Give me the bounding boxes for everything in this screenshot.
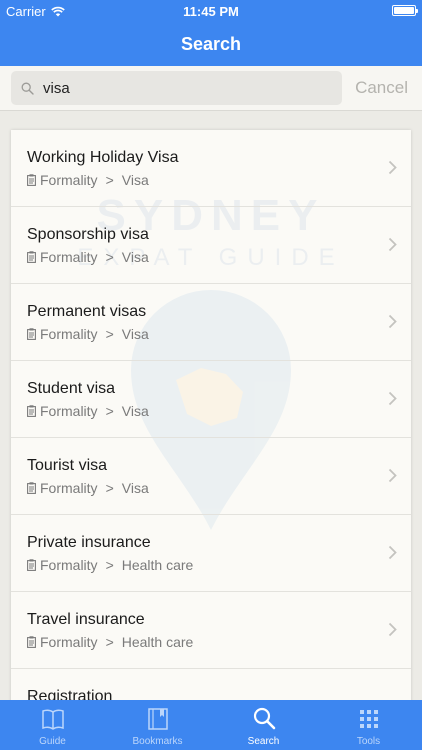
battery-icon: [392, 5, 418, 16]
document-icon: [27, 328, 36, 340]
document-icon: [27, 482, 36, 494]
chevron-right-icon: [388, 545, 397, 560]
item-subcategory: Visa: [121, 403, 149, 419]
list-item[interactable]: Sponsorship visa Formality > Visa: [11, 207, 411, 284]
chevron-right-icon: [388, 391, 397, 406]
item-title: Private insurance: [27, 534, 151, 551]
item-breadcrumb: Formality > Visa: [27, 480, 149, 496]
tab-bar: Guide Bookmarks Search Tools: [0, 700, 422, 750]
item-breadcrumb: Formality > Visa: [27, 403, 149, 419]
chevron-right-icon: [388, 237, 397, 252]
tab-tools[interactable]: Tools: [316, 700, 421, 750]
item-breadcrumb: Formality > Visa: [27, 249, 149, 265]
search-icon: [21, 82, 34, 95]
breadcrumb-separator: >: [105, 480, 114, 496]
item-title: Travel insurance: [27, 611, 145, 628]
list-item[interactable]: Tourist visa Formality > Visa: [11, 438, 411, 515]
tab-label: Guide: [39, 736, 66, 747]
page-title: Search: [180, 34, 242, 54]
item-category: Formality: [40, 172, 98, 188]
results-list: SYDNEY EXPAT GUIDE Working Holiday Visa …: [11, 130, 411, 710]
chevron-right-icon: [388, 160, 397, 175]
document-icon: [27, 174, 36, 186]
item-title: Student visa: [27, 380, 116, 397]
document-icon: [27, 251, 36, 263]
item-breadcrumb: Formality > Health care: [27, 634, 193, 650]
search-icon: [253, 707, 276, 730]
tab-search[interactable]: Search: [211, 700, 316, 750]
document-icon: [27, 559, 36, 571]
top-bar: Carrier 11:45 PM Search: [0, 0, 422, 66]
cancel-button[interactable]: Cancel: [355, 78, 408, 98]
chevron-right-icon: [388, 468, 397, 483]
bookmark-icon: [148, 708, 168, 730]
breadcrumb-separator: >: [105, 249, 114, 265]
list-item[interactable]: Working Holiday Visa Formality > Visa: [11, 130, 411, 207]
chevron-right-icon: [388, 314, 397, 329]
item-subcategory: Visa: [121, 326, 149, 342]
list-item[interactable]: Permanent visas Formality > Visa: [11, 284, 411, 361]
breadcrumb-separator: >: [105, 634, 114, 650]
item-subcategory: Visa: [121, 172, 149, 188]
breadcrumb-separator: >: [105, 172, 114, 188]
tab-label: Tools: [356, 736, 381, 747]
status-time: 11:45 PM: [183, 4, 239, 19]
tab-label: Search: [247, 736, 280, 747]
item-category: Formality: [40, 326, 98, 342]
document-icon: [27, 636, 36, 648]
list-item[interactable]: Travel insurance Formality > Health care: [11, 592, 411, 669]
item-breadcrumb: Formality > Health care: [27, 557, 193, 573]
item-subcategory: Visa: [121, 249, 149, 265]
item-breadcrumb: Formality > Visa: [27, 172, 149, 188]
status-bar: Carrier 11:45 PM: [0, 0, 422, 22]
item-category: Formality: [40, 403, 98, 419]
item-category: Formality: [40, 480, 98, 496]
search-bar: Cancel: [0, 66, 422, 111]
breadcrumb-separator: >: [105, 403, 114, 419]
item-title: Permanent visas: [27, 303, 147, 320]
item-subcategory: Health care: [121, 557, 194, 573]
document-icon: [27, 405, 36, 417]
grid-icon: [360, 710, 378, 728]
item-breadcrumb: Formality > Visa: [27, 326, 149, 342]
tab-bookmarks[interactable]: Bookmarks: [105, 700, 210, 750]
chevron-right-icon: [388, 622, 397, 637]
breadcrumb-separator: >: [105, 326, 114, 342]
item-subcategory: Health care: [121, 634, 194, 650]
item-title: Sponsorship visa: [27, 226, 149, 243]
item-category: Formality: [40, 249, 98, 265]
item-category: Formality: [40, 557, 98, 573]
item-category: Formality: [40, 634, 98, 650]
search-input[interactable]: [43, 71, 333, 105]
list-item[interactable]: Student visa Formality > Visa: [11, 361, 411, 438]
item-subcategory: Visa: [121, 480, 149, 496]
item-title: Tourist visa: [27, 457, 108, 474]
list-item[interactable]: Private insurance Formality > Health car…: [11, 515, 411, 592]
book-icon: [42, 709, 64, 730]
search-field[interactable]: [11, 71, 342, 105]
item-title: Working Holiday Visa: [27, 149, 179, 166]
tab-label: Bookmarks: [132, 736, 183, 747]
breadcrumb-separator: >: [105, 557, 114, 573]
tab-guide[interactable]: Guide: [0, 700, 105, 750]
